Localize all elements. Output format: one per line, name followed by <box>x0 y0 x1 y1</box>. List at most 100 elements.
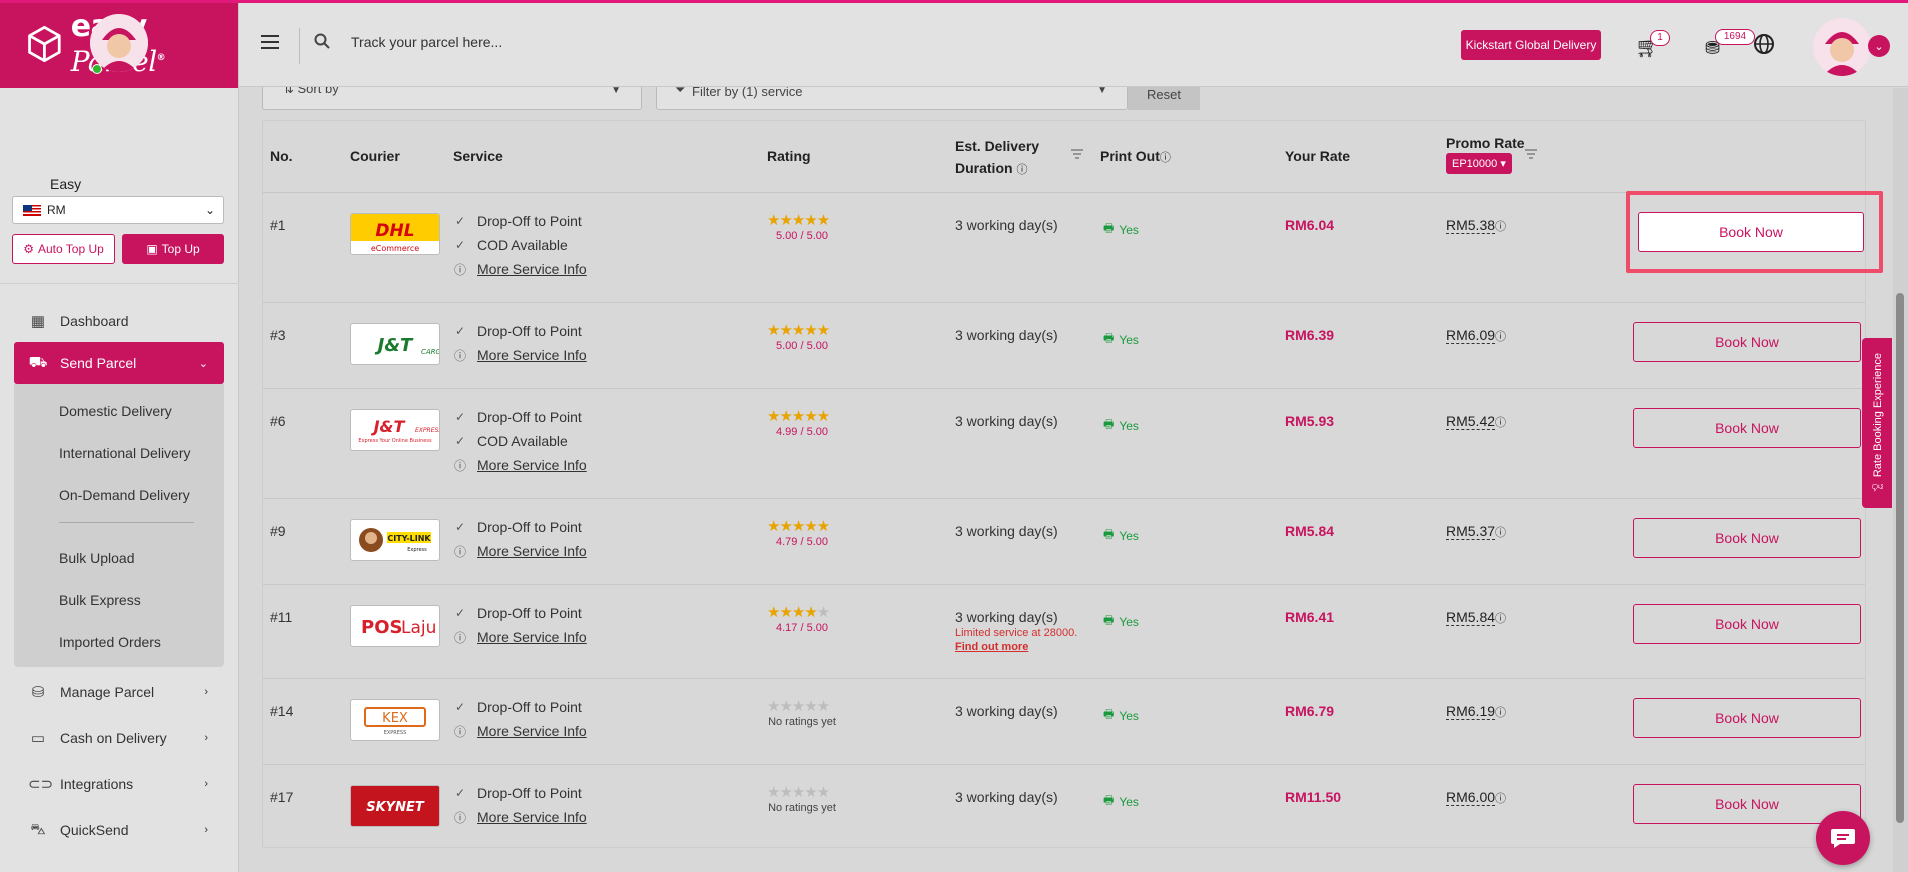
more-service-info-link[interactable]: More Service Info <box>477 809 587 825</box>
promo-rate[interactable]: RM5.37ⓘ <box>1446 523 1506 540</box>
more-service-info-link[interactable]: More Service Info <box>477 347 587 363</box>
track-parcel-search-input[interactable] <box>351 27 751 57</box>
sidebar-item-imported-orders[interactable]: Imported Orders <box>14 621 224 663</box>
top-up-button[interactable]: ▣ Top Up <box>122 234 224 264</box>
star-rating: ★★★★★ <box>767 212 830 229</box>
chevron-right-icon: › <box>204 824 208 836</box>
header-divider <box>299 28 300 64</box>
book-now-button[interactable]: Book Now <box>1633 408 1861 448</box>
help-icon: ⓘ <box>1495 707 1507 719</box>
sidebar-item-send-parcel[interactable]: ⛟ Send Parcel ⌄ <box>14 342 224 384</box>
table-row: #1 DHL eCommerce ✓ Drop-Off to Point ✓ COD … <box>263 193 1865 303</box>
row-number: #1 <box>270 217 286 233</box>
sidebar-item-on-demand-delivery[interactable]: On-Demand Delivery <box>14 474 224 516</box>
info-icon: ⓘ <box>453 544 466 559</box>
top-header: Kickstart Global Delivery 🛒︎ 1 ⛃ 1694 ⌄ <box>239 3 1908 87</box>
check-icon: ✓ <box>454 434 466 448</box>
rating: ★★★★★ 5.00 / 5.00 <box>767 323 837 353</box>
row-number: #14 <box>270 703 294 719</box>
table-row: #14 KEX EXPRESS ✓ Drop-Off to Point ⓘ More … <box>263 679 1865 765</box>
highlight-frame <box>1626 191 1883 273</box>
help-icon: ⓘ <box>1495 527 1507 539</box>
menu-icon[interactable] <box>261 35 279 49</box>
row-number: #3 <box>270 327 286 343</box>
svg-text:CARGO: CARGO <box>421 348 439 356</box>
book-now-button[interactable]: Book Now <box>1633 518 1861 558</box>
currency-select[interactable]: RM ⌄ <box>12 196 224 224</box>
delivery-duration: 3 working day(s) <box>955 413 1058 429</box>
service-list: ✓ Drop-Off to Point ⓘ More Service Info <box>453 605 587 645</box>
globe-icon[interactable] <box>1753 33 1775 55</box>
star-rating: ★★★★★ <box>767 698 830 715</box>
cube-logo-icon <box>28 25 61 63</box>
book-now-button[interactable]: Book Now <box>1633 698 1861 738</box>
chevron-down-icon[interactable]: ⌄ <box>1868 35 1890 57</box>
print-out-status: 🖶︎ Yes <box>1103 611 1139 632</box>
page-scrollbar[interactable] <box>1893 88 1908 872</box>
sidebar-item-integrations[interactable]: ⊂⊃ Integrations › <box>14 761 224 807</box>
sidebar-item-cash-on-delivery[interactable]: ▭ Cash on Delivery › <box>14 715 224 761</box>
svg-text:J&T: J&T <box>371 417 406 436</box>
chat-button[interactable] <box>1816 811 1870 865</box>
table-row: #6 J&T EXPRESS Express Your Online Busines… <box>263 389 1865 499</box>
more-service-info-link[interactable]: More Service Info <box>477 457 587 473</box>
sort-icon[interactable] <box>1525 149 1537 159</box>
svg-text:Laju: Laju <box>401 618 436 638</box>
service-list: ✓ Drop-Off to Point ⓘ More Service Info <box>453 323 587 363</box>
find-out-more-link[interactable]: Find out more <box>955 641 1077 653</box>
kickstart-global-delivery-button[interactable]: Kickstart Global Delivery <box>1461 30 1601 60</box>
row-number: #17 <box>270 789 294 805</box>
header-est-delivery-duration[interactable]: Est. Delivery Duration ⓘ <box>955 135 1039 181</box>
header-courier: Courier <box>350 148 400 164</box>
header-promo-rate: Promo Rate EP10000 ▾ <box>1446 135 1525 174</box>
svg-text:Express: Express <box>407 547 427 553</box>
scrollbar-thumb[interactable] <box>1896 293 1904 823</box>
rate-booking-experience-tab[interactable]: 👍︎ Rate Booking Experience <box>1862 338 1892 508</box>
cart-count-badge: 1 <box>1650 30 1670 46</box>
help-icon: ⓘ <box>1159 152 1171 164</box>
more-service-info-link[interactable]: More Service Info <box>477 629 587 645</box>
promo-rate[interactable]: RM6.19ⓘ <box>1446 703 1506 720</box>
wallet-icon: ▣ <box>146 242 158 256</box>
delivery-duration: 3 working day(s) <box>955 703 1058 719</box>
check-icon: ✓ <box>454 238 466 252</box>
more-service-info-link[interactable]: More Service Info <box>477 543 587 559</box>
table-row: #9 CITY-LINK Express ✓ Drop-Off to Point ⓘ… <box>263 499 1865 585</box>
print-out-status: 🖶︎ Yes <box>1103 219 1139 240</box>
send-parcel-submenu: Domestic Delivery International Delivery… <box>14 384 224 667</box>
sidebar-item-domestic-delivery[interactable]: Domestic Delivery <box>14 390 224 432</box>
promo-rate[interactable]: RM6.09ⓘ <box>1446 327 1506 344</box>
divider <box>0 283 239 284</box>
sidebar-item-international-delivery[interactable]: International Delivery <box>14 432 224 474</box>
parcels-icon: ⛁ <box>31 684 45 701</box>
more-service-info-link[interactable]: More Service Info <box>477 723 587 739</box>
jt-express-logo: J&T EXPRESS Express Your Online Business <box>350 409 440 451</box>
help-icon: ⓘ <box>1016 164 1028 176</box>
header-service: Service <box>453 148 503 164</box>
sidebar-item-bulk-upload[interactable]: Bulk Upload <box>14 537 224 579</box>
user-avatar[interactable] <box>1813 18 1871 76</box>
promo-rate[interactable]: RM6.00ⓘ <box>1446 789 1506 806</box>
sidebar-item-quicksend[interactable]: ⛍ QuickSend › <box>14 807 224 853</box>
rating: ★★★★★ No ratings yet <box>767 698 836 729</box>
chat-icon <box>1831 829 1855 848</box>
skynet-logo: SKYNET <box>350 785 440 827</box>
auto-top-up-button[interactable]: ⚙ Auto Top Up <box>12 234 115 264</box>
table-row: #3 J&TCARGO ✓Drop-Off to Point ⓘMore Ser… <box>263 303 1865 389</box>
promo-code-dropdown[interactable]: EP10000 ▾ <box>1446 153 1512 174</box>
sidebar-item-dashboard[interactable]: ▦ Dashboard <box>14 300 224 342</box>
promo-rate[interactable]: RM5.42ⓘ <box>1446 413 1506 430</box>
rating: ★★★★★ 4.17 / 5.00 <box>767 605 837 635</box>
sidebar-item-bulk-express[interactable]: Bulk Express <box>14 579 224 621</box>
gear-icon: ⚙ <box>23 242 34 256</box>
print-out-status: 🖶︎ Yes <box>1103 705 1139 726</box>
book-now-button[interactable]: Book Now <box>1633 604 1861 644</box>
book-now-button[interactable]: Book Now <box>1633 322 1861 362</box>
info-icon: ⓘ <box>453 630 466 645</box>
dashboard-icon: ▦ <box>30 313 46 330</box>
sort-icon[interactable] <box>1071 149 1083 159</box>
promo-rate[interactable]: RM5.38ⓘ <box>1446 217 1506 234</box>
more-service-info-link[interactable]: More Service Info <box>477 261 587 277</box>
sidebar-item-manage-parcel[interactable]: ⛁ Manage Parcel › <box>14 669 224 715</box>
promo-rate[interactable]: RM5.84ⓘ <box>1446 609 1506 626</box>
